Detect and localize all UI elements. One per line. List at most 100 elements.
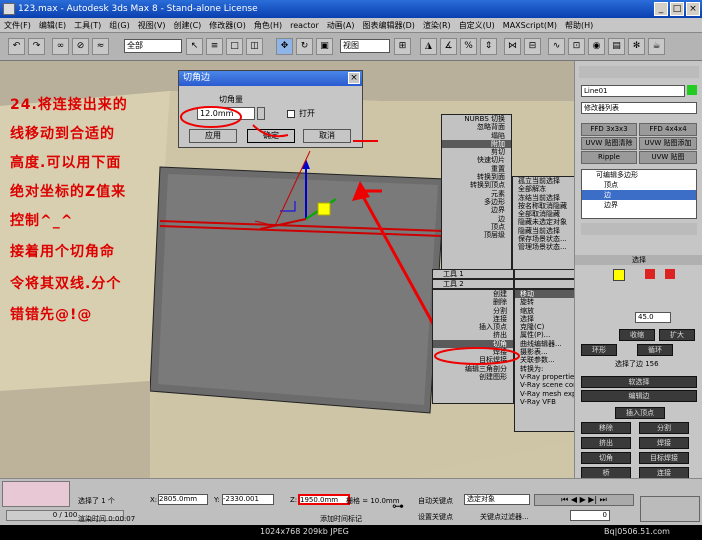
modifier-button[interactable]: UVW 贴图: [639, 151, 697, 164]
minimize-button[interactable]: _: [654, 2, 668, 16]
material-editor-icon[interactable]: ◉: [588, 38, 605, 55]
quick-render-icon[interactable]: ☕: [648, 38, 665, 55]
key-icon[interactable]: ⊶: [392, 499, 404, 513]
redo-icon[interactable]: ↷: [28, 38, 45, 55]
quad-menu-item[interactable]: 边界: [442, 206, 511, 214]
stack-tools[interactable]: [581, 223, 697, 235]
close-button[interactable]: ×: [686, 2, 700, 16]
bind-icon[interactable]: ≈: [92, 38, 109, 55]
object-color-swatch[interactable]: [687, 85, 697, 95]
render-icon[interactable]: ✻: [628, 38, 645, 55]
stack-item[interactable]: 可编辑多边形: [582, 170, 696, 180]
modifier-button[interactable]: FFD 3x3x3: [581, 123, 637, 136]
set-key-button[interactable]: 设置关键点: [418, 512, 453, 522]
viewport-navigation[interactable]: [640, 496, 700, 522]
quad-menu-item[interactable]: 删除: [433, 298, 513, 306]
weld-button[interactable]: 焊接: [639, 437, 689, 449]
snap-icon[interactable]: ◮: [420, 38, 437, 55]
polygon-mode-icon[interactable]: [645, 269, 655, 279]
key-mode-select[interactable]: 选定对象: [464, 494, 530, 505]
maxscript-listener[interactable]: [2, 481, 70, 507]
menu-item[interactable]: 渲染(R): [419, 18, 455, 33]
key-filters-button[interactable]: 关键点过滤器...: [480, 512, 529, 522]
x-coordinate-input[interactable]: 2805.0mm: [158, 494, 208, 505]
quad-menu-item[interactable]: 连接: [433, 315, 513, 323]
stack-item[interactable]: 边界: [582, 200, 696, 210]
link-icon[interactable]: ∞: [52, 38, 69, 55]
render-setup-icon[interactable]: ▤: [608, 38, 625, 55]
z-coordinate-input[interactable]: 1950.0mm: [298, 494, 350, 505]
quad-menu-item[interactable]: 忽略背面: [442, 123, 511, 131]
extrude-button[interactable]: 挤出: [581, 437, 631, 449]
target-weld-button[interactable]: 目标焊接: [639, 452, 689, 464]
quad-menu-item[interactable]: 顶层级: [442, 231, 511, 239]
schematic-icon[interactable]: ⊡: [568, 38, 585, 55]
shrink-button[interactable]: 收缩: [619, 329, 655, 341]
window-crossing-icon[interactable]: ◫: [246, 38, 263, 55]
quad-menu-item[interactable]: 附加: [442, 139, 511, 149]
stack-item[interactable]: 顶点: [582, 180, 696, 190]
rotate-icon[interactable]: ↻: [296, 38, 313, 55]
quad-menu-item[interactable]: 快速切片: [442, 156, 511, 164]
undo-icon[interactable]: ↶: [8, 38, 25, 55]
insert-vertex-button[interactable]: 插入顶点: [615, 407, 665, 419]
quad-menu-item[interactable]: 塌陷: [442, 132, 511, 140]
quad-menu-item[interactable]: 转换到顶点: [442, 181, 511, 189]
modifier-button[interactable]: UVW 贴图添加: [639, 137, 697, 150]
object-name-input[interactable]: Line01: [581, 85, 685, 97]
grow-button[interactable]: 扩大: [659, 329, 695, 341]
quad-menu-item[interactable]: 分割: [433, 307, 513, 315]
menu-item[interactable]: 视图(V): [134, 18, 170, 33]
add-time-tag[interactable]: 添加时间标记: [320, 514, 362, 524]
y-coordinate-input[interactable]: -2330.001: [222, 494, 274, 505]
pivot-icon[interactable]: ⊞: [394, 38, 411, 55]
move-icon[interactable]: ✥: [276, 38, 293, 55]
split-button[interactable]: 分割: [639, 422, 689, 434]
spinner-snap-icon[interactable]: ⇕: [480, 38, 497, 55]
panel-tabs[interactable]: [579, 66, 699, 78]
select-by-name-icon[interactable]: ≡: [206, 38, 223, 55]
chamfer-button[interactable]: 切角: [581, 452, 631, 464]
quad-menu-item[interactable]: 边: [442, 215, 511, 223]
maximize-button[interactable]: □: [670, 2, 684, 16]
element-mode-icon[interactable]: [665, 269, 675, 279]
remove-button[interactable]: 移除: [581, 422, 631, 434]
selection-rollout-title[interactable]: 选择: [575, 255, 702, 265]
scale-icon[interactable]: ▣: [316, 38, 333, 55]
rect-select-icon[interactable]: □: [226, 38, 243, 55]
auto-key-button[interactable]: 自动关键点: [418, 496, 453, 506]
menu-item[interactable]: MAXScript(M): [499, 18, 561, 33]
unlink-icon[interactable]: ⊘: [72, 38, 89, 55]
dialog-close-icon[interactable]: ×: [348, 72, 360, 84]
ring-button[interactable]: 环形: [581, 344, 617, 356]
threshold-input[interactable]: 45.0: [635, 312, 671, 323]
quad-menu-item[interactable]: 顶点: [442, 223, 511, 231]
select-icon[interactable]: ↖: [186, 38, 203, 55]
percent-snap-icon[interactable]: %: [460, 38, 477, 55]
menu-item[interactable]: 帮助(H): [561, 18, 597, 33]
modifier-list-select[interactable]: 修改器列表: [581, 102, 697, 114]
quad-menu-item[interactable]: 挤出: [433, 331, 513, 339]
loop-button[interactable]: 循环: [637, 344, 673, 356]
mirror-icon[interactable]: ⋈: [504, 38, 521, 55]
curve-editor-icon[interactable]: ∿: [548, 38, 565, 55]
menu-item[interactable]: 编辑(E): [35, 18, 70, 33]
menu-item[interactable]: 动画(A): [323, 18, 359, 33]
menu-item[interactable]: 组(G): [105, 18, 133, 33]
stack-item[interactable]: 边: [582, 190, 696, 200]
modifier-button[interactable]: FFD 4x4x4: [639, 123, 697, 136]
menu-item[interactable]: 创建(C): [169, 18, 205, 33]
selection-filter-select[interactable]: 全部: [124, 39, 182, 53]
menu-item[interactable]: 自定义(U): [455, 18, 499, 33]
align-icon[interactable]: ⊟: [524, 38, 541, 55]
quad-menu-item[interactable]: 创建图形: [433, 373, 513, 381]
current-frame-input[interactable]: 0: [570, 510, 610, 521]
modifier-button[interactable]: Ripple: [581, 151, 637, 164]
edit-edges-rollout[interactable]: 编辑边: [581, 390, 697, 402]
menu-item[interactable]: 修改器(O): [205, 18, 250, 33]
soft-selection-rollout[interactable]: 软选择: [581, 376, 697, 388]
menu-item[interactable]: 图表编辑器(D): [358, 18, 418, 33]
edge-mode-icon[interactable]: [613, 269, 625, 281]
menu-item[interactable]: 文件(F): [0, 18, 35, 33]
reference-coord-select[interactable]: 视图: [340, 39, 390, 53]
